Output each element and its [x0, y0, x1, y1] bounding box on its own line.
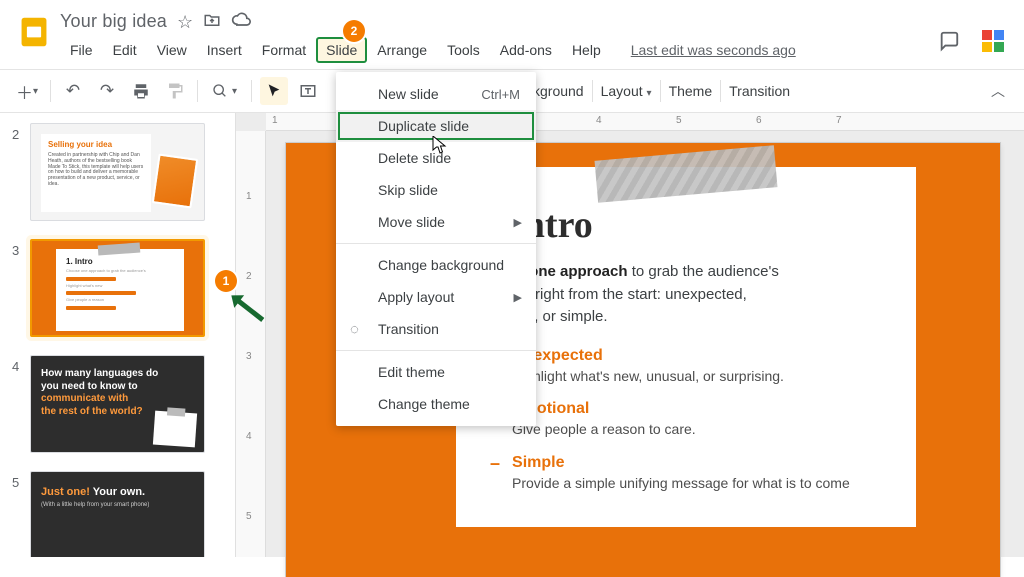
vertical-ruler: 1 2 3 4 5: [236, 131, 266, 557]
document-title[interactable]: Your big idea: [60, 11, 167, 32]
book-graphic: [152, 153, 199, 208]
zoom-dropdown[interactable]: ▾: [206, 77, 243, 105]
bullet-title: Emotional: [512, 400, 696, 418]
slide-filmstrip[interactable]: 2 Selling your idea Created in partnersh…: [0, 113, 236, 557]
menu-apply-layout[interactable]: Apply layout ▶: [336, 281, 536, 313]
bullet-desc: Provide a simple unifying message for wh…: [512, 474, 850, 494]
menu-edit-theme[interactable]: Edit theme: [336, 356, 536, 388]
print-button[interactable]: [127, 77, 155, 105]
slide-number: 5: [12, 471, 30, 490]
move-to-folder-icon[interactable]: [203, 11, 221, 32]
bullet-simple[interactable]: – Simple Provide a simple unifying messa…: [490, 454, 882, 494]
menu-change-theme[interactable]: Change theme: [336, 388, 536, 420]
bullet-icon: –: [490, 454, 500, 472]
submenu-icon: ▶: [514, 291, 522, 304]
tape-graphic: [595, 145, 778, 203]
menu-help[interactable]: Help: [562, 37, 611, 63]
menu-insert[interactable]: Insert: [197, 37, 252, 63]
sticky-note-graphic: [153, 411, 197, 448]
undo-button[interactable]: ↶: [59, 77, 87, 105]
cloud-status-icon[interactable]: [231, 10, 251, 33]
slide-intro-text[interactable]: oose one approach to grab the audience's…: [490, 261, 882, 329]
last-edit-link[interactable]: Last edit was seconds ago: [631, 42, 796, 58]
slide-number: 4: [12, 355, 30, 374]
menu-format[interactable]: Format: [252, 37, 316, 63]
menu-skip-slide[interactable]: Skip slide: [336, 174, 536, 206]
menu-move-slide[interactable]: Move slide ▶: [336, 206, 536, 238]
slide-thumb-3[interactable]: 3 1. Intro Choose one approach to grab t…: [12, 239, 227, 337]
bullet-emotional[interactable]: – Emotional Give people a reason to care…: [490, 400, 882, 440]
collapse-toolbar-button[interactable]: ︿: [984, 77, 1012, 105]
thumb-subtitle: (With a little help from your smart phon…: [41, 502, 194, 509]
slide-thumb-4[interactable]: 4 How many languages do you need to know…: [12, 355, 227, 453]
transition-icon: ◌: [350, 321, 359, 338]
bullet-desc: Give people a reason to care.: [512, 420, 696, 440]
thumb-title: Selling your idea: [48, 140, 144, 149]
comments-icon[interactable]: [938, 30, 960, 55]
bullet-title: Unexpected: [512, 347, 784, 365]
slide-heading[interactable]: . Intro: [490, 203, 882, 247]
slide-thumb-2[interactable]: 2 Selling your idea Created in partnersh…: [12, 123, 227, 221]
tape-graphic: [98, 243, 141, 256]
annotation-badge-2: 2: [343, 20, 365, 42]
slide-menu-dropdown: New slide Ctrl+M Duplicate slide Delete …: [336, 72, 536, 426]
menu-tools[interactable]: Tools: [437, 37, 490, 63]
bullet-unexpected[interactable]: – Unexpected Highlight what's new, unusu…: [490, 347, 882, 387]
thumb-body: Created in partnership with Chip and Dan…: [48, 153, 144, 188]
slides-logo[interactable]: [14, 12, 54, 52]
redo-button[interactable]: ↷: [93, 77, 121, 105]
theme-button[interactable]: Theme: [663, 83, 719, 99]
textbox-tool[interactable]: [294, 77, 322, 105]
menu-bar: File Edit View Insert Format Slide Arran…: [60, 37, 1010, 69]
slide-number: 3: [12, 239, 30, 258]
menu-slide[interactable]: Slide: [316, 37, 367, 63]
paint-format-button[interactable]: [161, 77, 189, 105]
menu-view[interactable]: View: [147, 37, 197, 63]
menu-addons[interactable]: Add-ons: [490, 37, 562, 63]
thumb-title: 1. Intro: [66, 257, 174, 266]
shortcut-label: Ctrl+M: [481, 87, 520, 102]
transition-button[interactable]: Transition: [723, 83, 796, 99]
star-icon[interactable]: ☆: [177, 13, 193, 31]
account-avatar[interactable]: [980, 28, 1006, 57]
bullet-title: Simple: [512, 454, 850, 472]
new-slide-button[interactable]: ＋▾: [12, 77, 42, 105]
bullet-desc: Highlight what's new, unusual, or surpri…: [512, 367, 784, 387]
annotation-badge-1: 1: [215, 270, 237, 292]
slide-number: 2: [12, 123, 30, 142]
cursor-icon: [432, 136, 448, 161]
menu-change-background[interactable]: Change background: [336, 249, 536, 281]
menu-arrange[interactable]: Arrange: [367, 37, 437, 63]
thumb-title: Just one! Your own.: [41, 486, 194, 499]
select-tool[interactable]: [260, 77, 288, 105]
layout-dropdown[interactable]: Layout ▾: [595, 83, 658, 99]
menu-transition[interactable]: ◌ Transition: [336, 313, 536, 345]
submenu-icon: ▶: [514, 216, 522, 229]
menu-new-slide[interactable]: New slide Ctrl+M: [336, 78, 536, 110]
menu-file[interactable]: File: [60, 37, 103, 63]
slide-thumb-5[interactable]: 5 Just one! Your own. (With a little hel…: [12, 471, 227, 557]
menu-edit[interactable]: Edit: [103, 37, 147, 63]
